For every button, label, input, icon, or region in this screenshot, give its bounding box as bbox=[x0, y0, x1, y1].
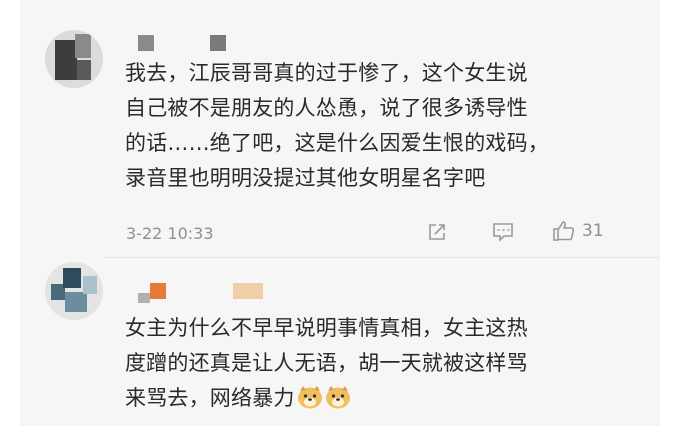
share-icon[interactable] bbox=[427, 222, 447, 242]
comment-text: 我去，江辰哥哥真的过于惨了，这个女生说 自己被不是朋友的人怂恿，说了很多诱导性 … bbox=[125, 61, 549, 190]
doge-emoji bbox=[297, 385, 323, 409]
doge-emoji bbox=[325, 385, 351, 409]
avatar[interactable] bbox=[45, 262, 103, 320]
comment-list: 我去，江辰哥哥真的过于惨了，这个女生说 自己被不是朋友的人怂恿，说了很多诱导性 … bbox=[20, 0, 660, 426]
username-blurred[interactable] bbox=[138, 35, 238, 51]
avatar[interactable] bbox=[45, 30, 103, 88]
username-blurred[interactable] bbox=[138, 283, 278, 303]
comment-text: 女主为什么不早早说明事情真相，女主这热 度蹭的还真是让人无语，胡一天就被这样骂 … bbox=[125, 316, 528, 410]
like-button[interactable]: 31 bbox=[552, 220, 604, 242]
like-count: 31 bbox=[582, 221, 604, 241]
comment-divider bbox=[104, 257, 660, 258]
comment-icon[interactable] bbox=[492, 222, 514, 242]
comment-timestamp: 3-22 10:33 bbox=[126, 224, 214, 243]
like-icon bbox=[552, 220, 576, 242]
